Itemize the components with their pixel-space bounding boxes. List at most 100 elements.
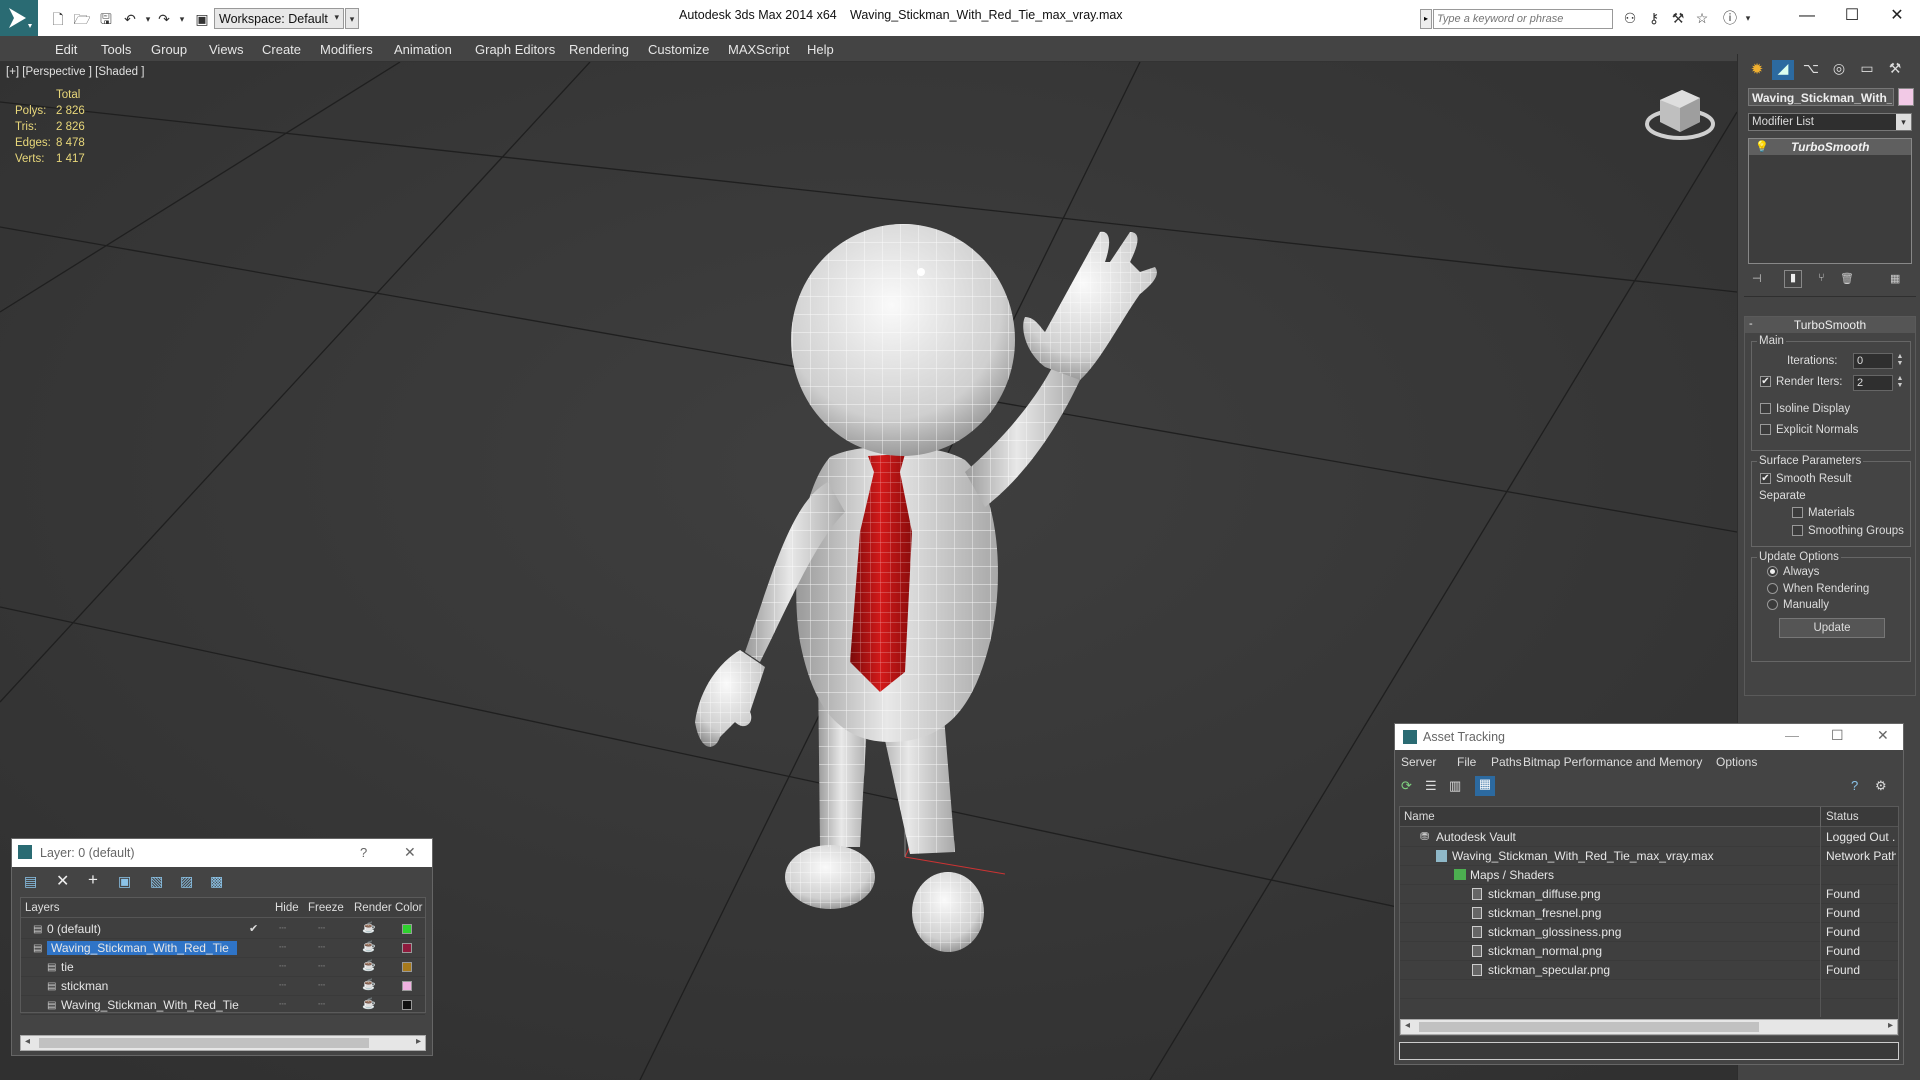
delete-layer-icon[interactable]: ✕ xyxy=(56,871,69,891)
scroll-right-icon[interactable]: ▸ xyxy=(416,1036,421,1047)
menu-animation[interactable]: Animation xyxy=(394,42,452,57)
menu-rendering[interactable]: Rendering xyxy=(569,42,629,57)
asset-path-field[interactable] xyxy=(1399,1042,1899,1060)
settings-icon[interactable]: ⚙ xyxy=(1875,778,1887,794)
asset-menu-paths[interactable]: Paths xyxy=(1491,755,1522,769)
asset-row[interactable]: stickman_specular.png Found xyxy=(1400,961,1898,980)
isoline-display-checkbox[interactable] xyxy=(1760,403,1771,414)
menu-help[interactable]: Help xyxy=(807,42,834,57)
layer-horizontal-scrollbar[interactable]: ◂ ▸ xyxy=(20,1035,426,1051)
menu-group[interactable]: Group xyxy=(151,42,187,57)
binoculars-icon[interactable]: ⚇ xyxy=(1620,9,1640,27)
object-name-field[interactable]: Waving_Stickman_With_ xyxy=(1748,88,1894,106)
layer-row[interactable]: ▤ Waving_Stickman_With_Red_Tie ┄ ┄ ☕ xyxy=(21,939,425,958)
hide-toggle-icon[interactable]: ┄ xyxy=(279,921,286,935)
menu-modifiers[interactable]: Modifiers xyxy=(320,42,373,57)
hide-toggle-icon[interactable]: ┄ xyxy=(279,978,286,992)
viewport-label[interactable]: [+] [Perspective ] [Shaded ] xyxy=(6,66,144,78)
stack-item-turbosmooth[interactable]: 💡 TurboSmooth xyxy=(1749,139,1911,155)
layer-name[interactable]: tie xyxy=(61,960,74,974)
open-file-icon[interactable]: 🗁 xyxy=(72,10,92,28)
minimize-icon[interactable]: — xyxy=(1785,727,1799,743)
help-dropdown-icon[interactable]: ▾ xyxy=(1738,9,1758,27)
layer-color-swatch[interactable] xyxy=(402,981,412,991)
display-tab-icon[interactable]: ▭ xyxy=(1856,60,1878,80)
search-field[interactable] xyxy=(1433,9,1613,29)
freeze-toggle-icon[interactable]: ┄ xyxy=(318,997,325,1011)
modifier-stack[interactable]: 💡 TurboSmooth xyxy=(1748,138,1912,264)
menu-views[interactable]: Views xyxy=(209,42,243,57)
asset-window-titlebar[interactable]: Asset Tracking — ☐ ✕ xyxy=(1395,724,1903,750)
iterations-spin-arrows[interactable]: ▲ ▼ xyxy=(1895,353,1905,369)
asset-row[interactable]: Waving_Stickman_With_Red_Tie_max_vray.ma… xyxy=(1400,847,1898,866)
asset-menu-bitmap[interactable]: Bitmap Performance and Memory xyxy=(1523,755,1702,769)
app-logo-icon[interactable] xyxy=(0,0,38,36)
asset-row[interactable]: stickman_fresnel.png Found xyxy=(1400,904,1898,923)
scroll-left-icon[interactable]: ◂ xyxy=(1405,1020,1410,1031)
asset-row[interactable]: Maps / Shaders xyxy=(1400,866,1898,885)
render-teapot-icon[interactable]: ☕ xyxy=(362,940,376,953)
menu-edit[interactable]: Edit xyxy=(55,42,77,57)
render-iters-spinner[interactable]: 2 xyxy=(1853,375,1893,391)
help-icon[interactable]: ⓘ xyxy=(1720,9,1740,27)
create-tab-sun-icon[interactable]: ✹ xyxy=(1746,60,1768,80)
asset-horizontal-scrollbar[interactable]: ◂ ▸ xyxy=(1400,1019,1898,1035)
configure-sets-icon[interactable]: ▦ xyxy=(1890,272,1900,285)
hide-toggle-icon[interactable]: ┄ xyxy=(279,997,286,1011)
show-end-result-icon[interactable]: ▮ xyxy=(1784,270,1802,288)
col-hide[interactable]: Hide xyxy=(275,902,299,914)
when-rendering-radio[interactable] xyxy=(1767,583,1778,594)
materials-checkbox[interactable] xyxy=(1792,507,1803,518)
layer-name[interactable]: stickman xyxy=(61,979,108,993)
asset-menu-server[interactable]: Server xyxy=(1401,755,1436,769)
iterations-spinner[interactable]: 0 xyxy=(1853,353,1893,369)
pin-stack-icon[interactable]: ⊣ xyxy=(1752,272,1762,285)
col-freeze[interactable]: Freeze xyxy=(308,902,344,914)
table-view-icon[interactable]: ▦ xyxy=(1475,776,1495,796)
layer-settings-icon[interactable]: ▤ xyxy=(24,873,37,890)
menu-customize[interactable]: Customize xyxy=(648,42,709,57)
menu-create[interactable]: Create xyxy=(262,42,301,57)
key-icon[interactable]: ⚷ xyxy=(1644,9,1664,27)
freeze-toggle-icon[interactable]: ┄ xyxy=(318,940,325,954)
render-teapot-icon[interactable]: ☕ xyxy=(362,978,376,991)
render-teapot-icon[interactable]: ☕ xyxy=(362,921,376,934)
help-icon[interactable]: ? xyxy=(360,845,367,860)
close-icon[interactable]: ✕ xyxy=(1882,4,1912,28)
search-input[interactable] xyxy=(1434,10,1610,28)
menu-graph-editors[interactable]: Graph Editors xyxy=(475,42,555,57)
make-unique-icon[interactable]: ⑂ xyxy=(1818,272,1825,284)
quick-access-dropdown-icon[interactable]: ▾ xyxy=(345,8,359,29)
smoothing-groups-checkbox[interactable] xyxy=(1792,525,1803,536)
freeze-toggle-icon[interactable]: ┄ xyxy=(318,978,325,992)
new-file-icon[interactable]: 🗋 xyxy=(48,10,68,28)
maximize-icon[interactable]: ☐ xyxy=(1831,727,1844,744)
layer-current-check[interactable]: ✔ xyxy=(249,922,258,935)
add-to-layer-icon[interactable]: ▨ xyxy=(180,873,193,890)
tools-icon[interactable]: ⚒ xyxy=(1668,9,1688,27)
layer-name[interactable]: 0 (default) xyxy=(47,922,101,936)
layer-row[interactable]: ▤ stickman ┄ ┄ ☕ xyxy=(21,977,425,996)
asset-row[interactable]: ⛃ Autodesk Vault Logged Out ... xyxy=(1400,828,1898,847)
list-view-icon[interactable]: ☰ xyxy=(1425,778,1437,794)
redo-dropdown-icon[interactable]: ▾ xyxy=(172,10,192,28)
lightbulb-icon[interactable]: 💡 xyxy=(1755,140,1769,153)
motion-tab-icon[interactable]: ◎ xyxy=(1828,60,1850,80)
explicit-normals-checkbox[interactable] xyxy=(1760,424,1771,435)
layer-row[interactable]: ▤ Waving_Stickman_With_Red_Tie ┄ ┄ ☕ xyxy=(21,996,425,1015)
scroll-right-icon[interactable]: ▸ xyxy=(1888,1020,1893,1031)
col-render[interactable]: Render xyxy=(354,902,392,914)
layer-row[interactable]: ▤ 0 (default) ✔ ┄ ┄ ☕ xyxy=(21,920,425,939)
col-layers[interactable]: Layers xyxy=(25,902,60,914)
remove-modifier-icon[interactable]: 🗑 xyxy=(1840,272,1854,285)
search-expand-icon[interactable]: ▸ xyxy=(1420,9,1432,29)
add-layer-icon[interactable]: + xyxy=(88,870,98,890)
menu-tools[interactable]: Tools xyxy=(101,42,131,57)
layer-color-swatch[interactable] xyxy=(402,924,412,934)
favorites-star-icon[interactable]: ☆ xyxy=(1692,9,1712,27)
hierarchy-tab-icon[interactable]: ⌥ xyxy=(1800,60,1822,80)
undo-icon[interactable]: ↶ xyxy=(120,10,140,28)
freeze-toggle-icon[interactable]: ┄ xyxy=(318,921,325,935)
hide-all-layers-icon[interactable]: ▩ xyxy=(210,873,223,890)
asset-row[interactable]: stickman_normal.png Found xyxy=(1400,942,1898,961)
